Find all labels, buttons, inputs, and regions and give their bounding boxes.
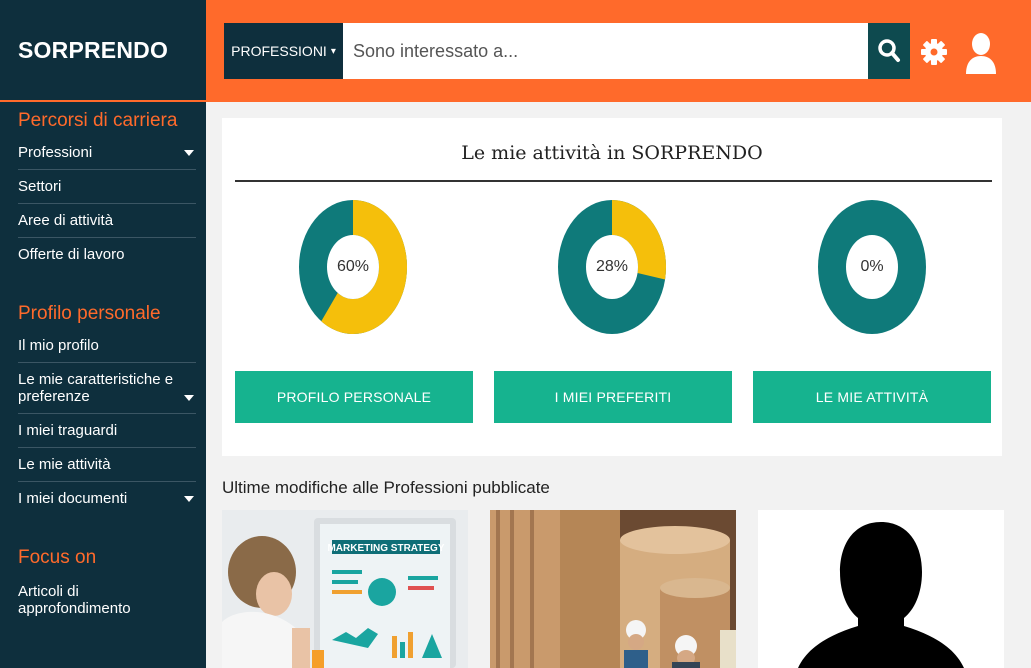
sidebar-item-profilo[interactable]: Il mio profilo [18,329,196,363]
activities-button[interactable]: LE MIE ATTIVITÀ [753,371,991,423]
activity-card: Le mie attività in SORPRENDO 60% 28% 0% … [222,118,1002,456]
sidebar-item-label: Il mio profilo [18,337,99,354]
donut-label: 0% [860,258,884,275]
donut-label: 60% [336,258,370,275]
category-dropdown[interactable]: PROFESSIONI ▾ [224,23,343,79]
sidebar-item-offerte[interactable]: Offerte di lavoro [18,238,196,271]
profession-thumbnail[interactable] [490,510,736,668]
sidebar-item-label: Le mie caratteristiche e preferenze [18,371,174,405]
latest-title: Ultime modifiche alle Professioni pubbli… [222,478,550,497]
sidebar-item-settori[interactable]: Settori [18,170,196,204]
caret-down-icon: ▾ [330,45,336,57]
sidebar: SORPRENDO Percorsi di carriera Professio… [0,0,206,668]
profession-thumbnail[interactable]: MARKETING STRATEGY [222,510,468,668]
sidebar-item-label: I miei traguardi [18,422,118,439]
brand-logo[interactable]: SORPRENDO [0,0,206,102]
search-bar: PROFESSIONI ▾ [224,23,910,79]
donut-profile: 60% [299,200,407,334]
sidebar-item-aree[interactable]: Aree di attività [18,204,196,238]
caret-down-icon [184,149,194,156]
profession-thumbnail[interactable] [758,510,1004,668]
top-bar: PROFESSIONI ▾ [206,0,1031,102]
profile-button[interactable]: PROFILO PERSONALE [235,371,473,423]
silhouette-image [758,510,1004,668]
paper-rolls-image [490,510,736,668]
search-input[interactable] [343,23,868,79]
search-icon [878,39,900,62]
sidebar-item-traguardi[interactable]: I miei traguardi [18,414,196,448]
section-title-focus: Focus on [18,547,97,568]
sidebar-item-documenti[interactable]: I miei documenti [18,482,196,515]
sidebar-item-label: Offerte di lavoro [18,246,125,263]
sidebar-item-attivita[interactable]: Le mie attività [18,448,196,482]
marketing-image: MARKETING STRATEGY [222,510,468,668]
sidebar-item-caratteristiche[interactable]: Le mie caratteristiche e preferenze [18,363,196,414]
user-icon[interactable] [964,32,998,74]
sidebar-item-label: Settori [18,178,62,195]
section-title-career: Percorsi di carriera [18,110,178,131]
search-button[interactable] [868,23,910,79]
sidebar-item-label: Aree di attività [18,212,114,229]
donut-label: 28% [595,258,629,275]
favorites-button[interactable]: I MIEI PREFERITI [494,371,732,423]
sidebar-item-label: Articoli di approfondimento [18,583,131,617]
divider [235,180,992,182]
caret-down-icon [184,495,194,502]
sidebar-item-articoli[interactable]: Articoli di approfondimento [18,573,196,625]
gear-icon[interactable] [921,39,947,65]
thumbnail-caption: MARKETING STRATEGY [327,543,444,554]
sidebar-item-label: Professioni [18,144,93,161]
caret-down-icon [184,395,194,401]
category-dropdown-label: PROFESSIONI [231,43,327,59]
donut-activities: 0% [818,200,926,334]
sidebar-item-label: I miei documenti [18,490,128,507]
section-title-profile: Profilo personale [18,303,161,324]
activity-title: Le mie attività in SORPRENDO [461,142,763,164]
sidebar-item-label: Le mie attività [18,456,111,473]
sidebar-item-professioni[interactable]: Professioni [18,136,196,170]
donut-favorites: 28% [558,200,666,334]
